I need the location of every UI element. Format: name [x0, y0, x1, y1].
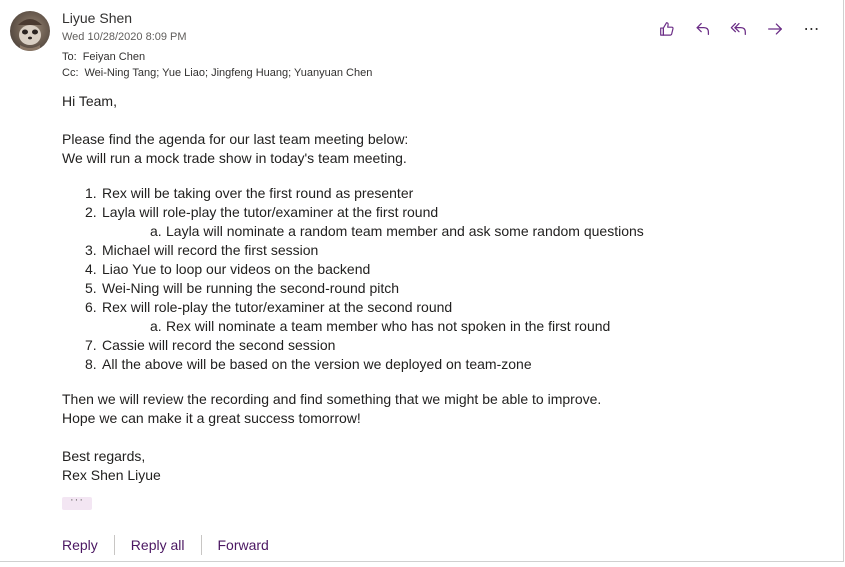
show-quoted-text-button[interactable]: ···: [62, 495, 92, 510]
sub-list: a. Layla will nominate a random team memb…: [102, 222, 782, 241]
sent-date: Wed 10/28/2020 8:09 PM: [62, 31, 187, 43]
intro-line-1: Please find the agenda for our last team…: [62, 131, 409, 147]
thumbs-up-icon: [660, 22, 674, 36]
list-item: 3. Michael will record the first session: [85, 242, 319, 258]
signature: Rex Shen Liyue: [62, 467, 161, 483]
list-item: a. Layla will nominate a random team memb…: [150, 223, 644, 239]
forward-icon-button[interactable]: [764, 18, 786, 40]
divider: [113, 535, 115, 555]
reply-button[interactable]: Reply: [62, 537, 98, 553]
list-item: 5. Wei-Ning will be running the second-ro…: [85, 280, 400, 296]
intro-line-2: We will run a mock trade show in today's…: [62, 150, 407, 166]
cc-line: Cc: Wei-Ning Tang; Yue Liao; Jingfeng Hua…: [62, 67, 372, 79]
reply-all-icon-button[interactable]: [728, 18, 750, 40]
list-item: a. Rex will nominate a team member who ha…: [150, 318, 611, 334]
to-label: To:: [62, 51, 77, 63]
divider: [200, 535, 202, 555]
cc-recipients[interactable]: Wei-Ning Tang; Yue Liao; Jingfeng Huang;…: [85, 67, 373, 79]
avatar[interactable]: [10, 11, 50, 51]
forward-button[interactable]: Forward: [218, 537, 269, 553]
reply-all-icon: [730, 22, 746, 36]
reply-icon: [696, 22, 710, 36]
list-item: 8. All the above will be based on the ver…: [85, 356, 532, 372]
list-item: 4. Liao Yue to loop our videos on the bac…: [85, 261, 371, 277]
list-item: 1. Rex will be taking over the first roun…: [85, 185, 414, 201]
outro-line-2: Hope we can make it a great success tomo…: [62, 410, 361, 426]
closing: Best regards,: [62, 448, 146, 464]
agenda-list: 1. Rex will be taking over the first roun…: [62, 184, 782, 374]
list-item: 2. Layla will role-play the tutor/examine…: [85, 203, 782, 241]
list-item: 7. Cassie will record the second session: [85, 337, 336, 353]
sender-name[interactable]: Liyue Shen: [62, 10, 132, 26]
more-actions-button[interactable]: ⋯: [800, 18, 824, 40]
forward-icon: [768, 23, 782, 35]
to-line: To: Feiyan Chen: [62, 51, 145, 63]
cc-label: Cc:: [62, 67, 79, 79]
outro-line-1: Then we will review the recording and fi…: [62, 391, 602, 407]
reply-icon-button[interactable]: [692, 18, 714, 40]
reply-bar: Reply Reply all Forward: [62, 535, 269, 555]
message-body: Hi Team, Please find the agenda for our …: [62, 92, 782, 485]
list-item: 6. Rex will role-play the tutor/examiner …: [85, 298, 782, 336]
reply-all-button[interactable]: Reply all: [131, 537, 185, 553]
greeting: Hi Team,: [62, 93, 117, 109]
sub-list: a. Rex will nominate a team member who ha…: [102, 317, 782, 336]
to-recipients[interactable]: Feiyan Chen: [83, 51, 145, 63]
message-actions: ⋯: [656, 18, 824, 40]
like-button[interactable]: [656, 18, 678, 40]
